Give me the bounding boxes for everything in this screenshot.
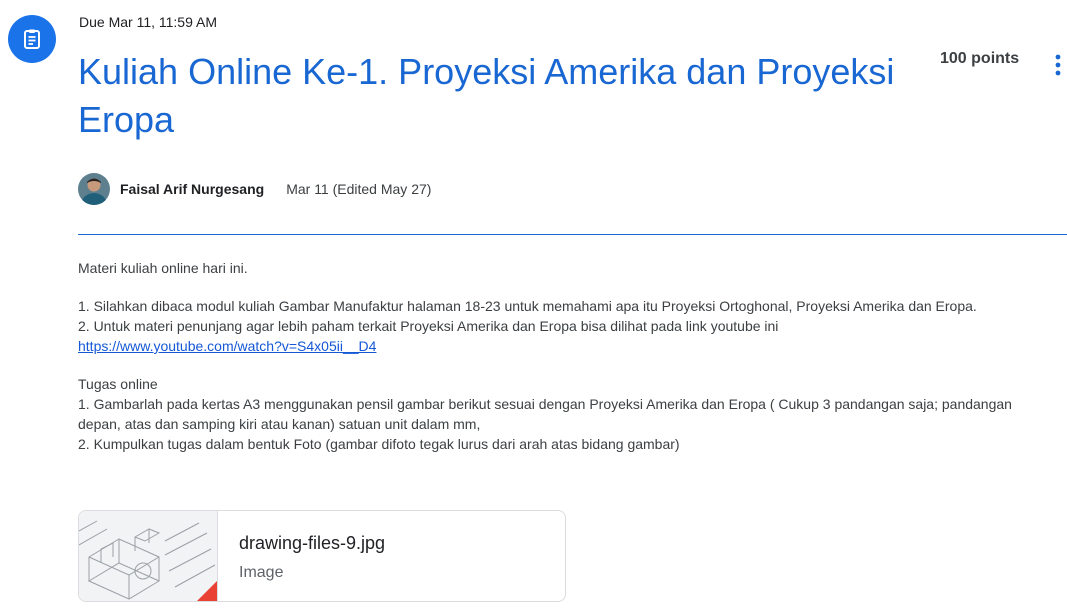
task-item-1: 1. Gambarlah pada kertas A3 menggunakan …: [78, 396, 1012, 432]
attachment-thumbnail: [79, 511, 218, 601]
task-item-2: 2. Kumpulkan tugas dalam bentuk Foto (ga…: [78, 436, 680, 452]
task-heading: Tugas online: [78, 376, 158, 392]
attachment-card[interactable]: drawing-files-9.jpg Image: [78, 510, 566, 602]
more-options-icon[interactable]: [1048, 48, 1067, 82]
author-row: Faisal Arif Nurgesang Mar 11 (Edited May…: [78, 173, 431, 205]
instruction-item-2: 2. Untuk materi penunjang agar lebih pah…: [78, 318, 779, 334]
assignment-page: Due Mar 11, 11:59 AM Kuliah Online Ke-1.…: [0, 0, 1067, 615]
post-date: Mar 11 (Edited May 27): [286, 181, 432, 197]
page-title: Kuliah Online Ke-1. Proyeksi Amerika dan…: [78, 51, 895, 140]
assignment-icon: [8, 15, 56, 63]
divider: [78, 234, 1067, 235]
due-date: Due Mar 11, 11:59 AM: [79, 14, 217, 30]
image-type-corner: [197, 581, 217, 601]
instruction-item-1: 1. Silahkan dibaca modul kuliah Gambar M…: [78, 298, 977, 314]
youtube-link[interactable]: https://www.youtube.com/watch?v=S4x05ii_…: [78, 338, 376, 354]
attachment-type: Image: [239, 564, 284, 581]
avatar: [78, 173, 110, 205]
points-label: 100 points: [940, 50, 1020, 67]
author-name: Faisal Arif Nurgesang: [120, 181, 265, 197]
assignment-description: Materi kuliah online hari ini. 1. Silahk…: [78, 258, 1058, 454]
attachment-info: drawing-files-9.jpg Image: [218, 511, 385, 601]
attachment-name: drawing-files-9.jpg: [239, 533, 386, 553]
intro-text: Materi kuliah online hari ini.: [78, 260, 248, 276]
